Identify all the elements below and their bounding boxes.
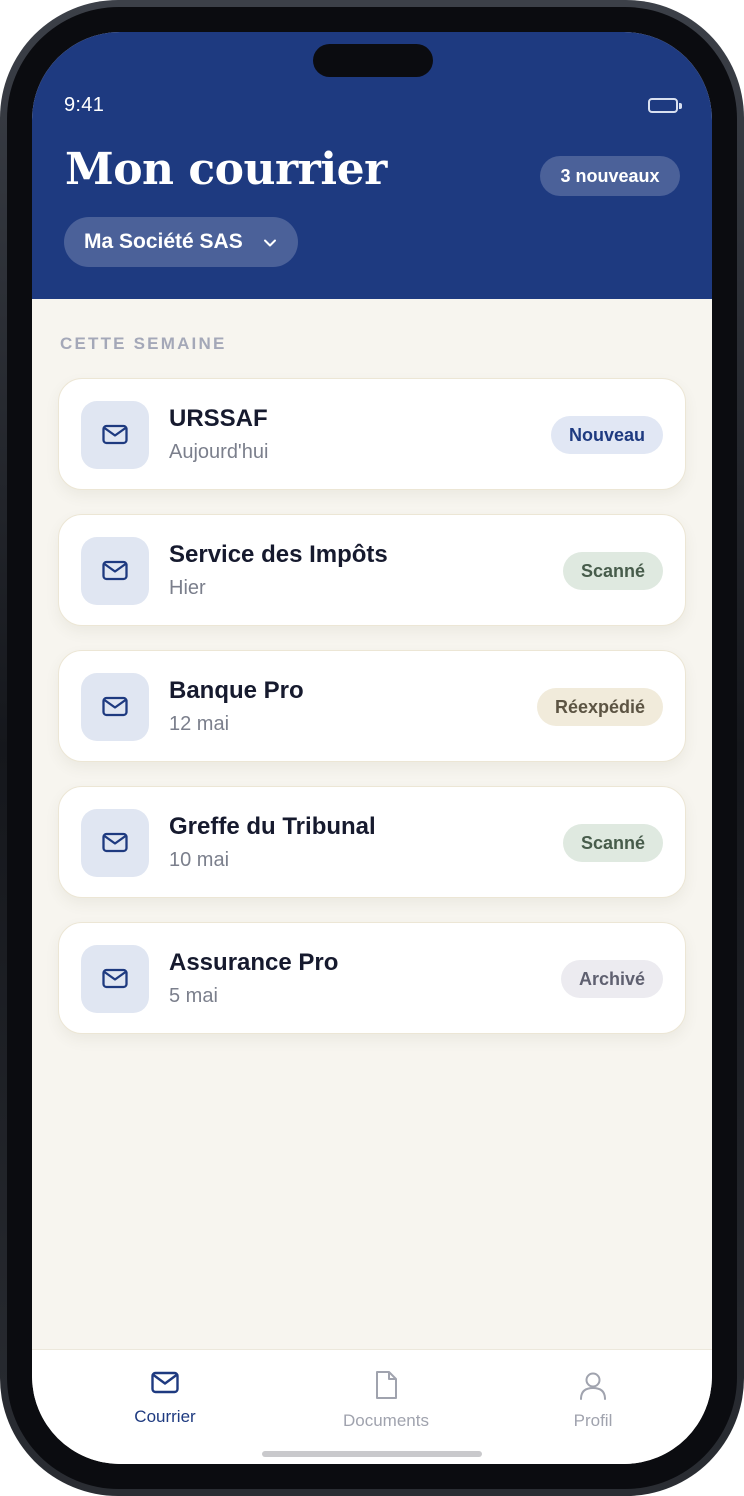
envelope-icon [81,945,149,1013]
mail-card[interactable]: Service des Impôts Hier Scanné [58,514,686,626]
chevron-down-icon [262,233,278,257]
tab-documents[interactable]: Documents [306,1370,466,1431]
mail-sender: Greffe du Tribunal [169,813,376,840]
tab-courrier[interactable]: Courrier [85,1370,245,1427]
mail-date: 12 mai [169,713,230,735]
battery-icon [648,98,682,113]
mail-date: Hier [169,577,206,599]
section-heading: CETTE SEMAINE [60,334,227,353]
status-badge: Scanné [562,552,663,590]
envelope-icon [81,809,149,877]
status-badge: Réexpédié [536,688,663,726]
tab-profil[interactable]: Profil [513,1370,673,1431]
mail-sender: Banque Pro [169,677,304,704]
home-indicator[interactable] [262,1451,482,1457]
mail-card[interactable]: Greffe du Tribunal 10 mai Scanné [58,786,686,898]
tab-label: Profil [573,1411,613,1430]
envelope-icon [81,401,149,469]
mail-card[interactable]: URSSAF Aujourd'hui Nouveau [58,378,686,490]
status-badge: Scanné [562,824,663,862]
company-selector[interactable]: Ma Société SAS [64,217,298,267]
page-title: Mon courrier [65,144,387,195]
envelope-icon [150,1370,180,1401]
mail-date: 5 mai [169,985,218,1007]
mail-card[interactable]: Assurance Pro 5 mai Archivé [58,922,686,1034]
status-badge: Archivé [560,960,663,998]
envelope-icon [81,537,149,605]
document-icon [373,1370,399,1405]
new-count-badge[interactable]: 3 nouveaux [540,156,680,196]
mail-date: 10 mai [169,849,230,871]
dynamic-island [313,44,433,77]
mail-sender: Service des Impôts [169,541,388,568]
app-screen: 9:41 Mon courrier 3 nouveaux Ma Société … [32,32,712,1464]
user-icon [578,1370,608,1405]
company-selector-label: Ma Société SAS [84,230,243,253]
mail-card[interactable]: Banque Pro 12 mai Réexpédié [58,650,686,762]
envelope-icon [81,673,149,741]
tab-label: Documents [343,1411,429,1430]
app-header: 9:41 Mon courrier 3 nouveaux Ma Société … [32,32,712,299]
tab-bar: Courrier Documents Profil [32,1349,712,1464]
mail-date: Aujourd'hui [169,441,269,463]
tab-label: Courrier [134,1407,196,1426]
status-time: 9:41 [64,94,105,116]
status-badge: Nouveau [550,416,663,454]
mail-sender: URSSAF [169,405,268,432]
mail-sender: Assurance Pro [169,949,339,976]
